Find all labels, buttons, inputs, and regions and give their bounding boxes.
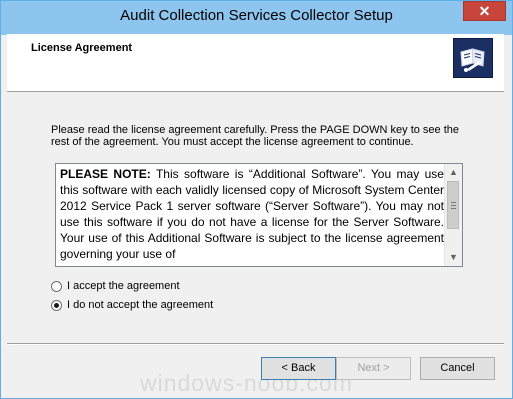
decline-radio-button[interactable] — [51, 299, 62, 311]
scroll-up-icon[interactable]: ▲ — [445, 164, 462, 181]
vertical-scrollbar[interactable]: ▲ ▼ — [444, 164, 462, 266]
window-title: Audit Collection Services Collector Setu… — [120, 7, 393, 24]
license-text: PLEASE NOTE: This software is “Additiona… — [60, 166, 444, 262]
decline-agreement-option[interactable]: I do not accept the agreement — [51, 299, 213, 311]
license-note-lead: PLEASE NOTE: — [60, 167, 151, 181]
accept-label[interactable]: I accept the agreement — [67, 280, 180, 292]
cancel-button[interactable]: Cancel — [420, 357, 495, 380]
accept-radio-button[interactable] — [51, 280, 62, 292]
wizard-header: License Agreement — [7, 34, 504, 92]
scrollbar-thumb[interactable] — [447, 181, 459, 229]
footer-separator — [7, 343, 504, 345]
wizard-content: Please read the license agreement carefu… — [7, 92, 504, 392]
accept-agreement-option[interactable]: I accept the agreement — [51, 280, 180, 292]
license-body: This software is “Additional Software”. … — [60, 167, 444, 261]
license-agreement-textbox[interactable]: PLEASE NOTE: This software is “Additiona… — [55, 163, 463, 267]
decline-label[interactable]: I do not accept the agreement — [67, 299, 213, 311]
license-book-icon — [453, 38, 493, 78]
next-button[interactable]: Next > — [336, 357, 411, 380]
page-title: License Agreement — [31, 42, 133, 54]
scroll-down-icon[interactable]: ▼ — [445, 249, 462, 266]
title-bar[interactable]: Audit Collection Services Collector Setu… — [1, 1, 512, 35]
back-button[interactable]: < Back — [261, 357, 336, 380]
instructions-text: Please read the license agreement carefu… — [51, 124, 460, 148]
close-button[interactable]: ✕ — [463, 1, 506, 21]
